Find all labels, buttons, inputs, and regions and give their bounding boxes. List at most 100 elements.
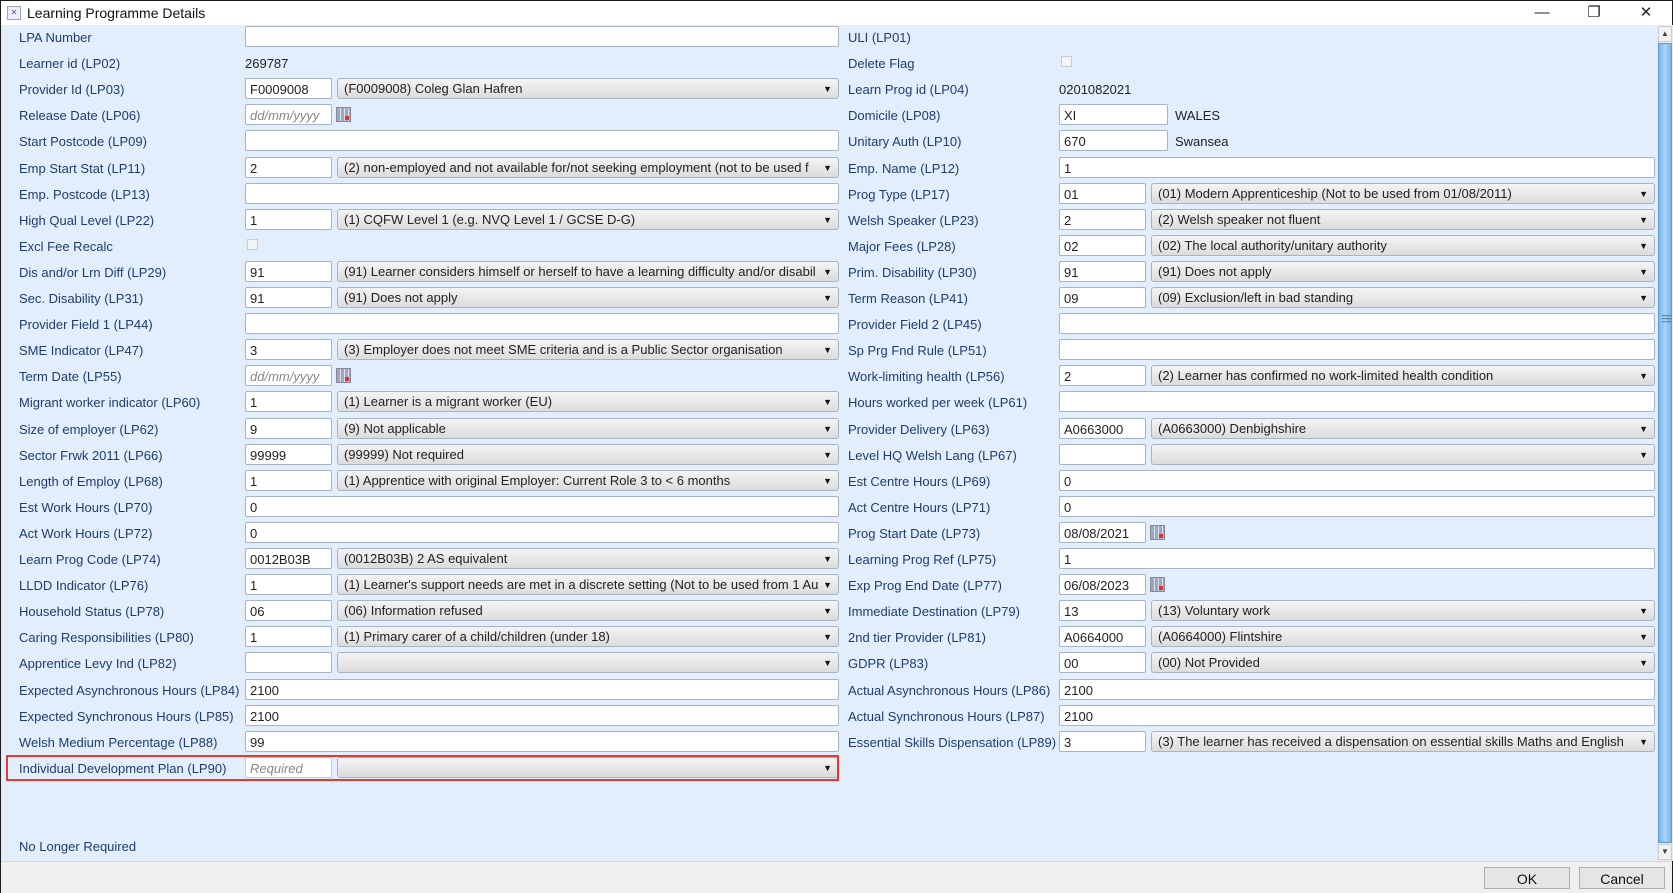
chevron-down-icon: ▼ [1639, 658, 1648, 668]
field-label: Hours worked per week (LP61) [848, 395, 1028, 410]
level-hq-welsh-lang-code-input[interactable] [1059, 444, 1146, 465]
form-row-uli: ULI (LP01) [1, 25, 1657, 51]
prog-start-date-date-input[interactable]: 08/08/2021 [1059, 522, 1146, 543]
welsh-speaker-dropdown[interactable]: (2) Welsh speaker not fluent ▼ [1151, 209, 1655, 230]
calendar-icon[interactable] [1150, 525, 1165, 540]
prog-type-code-input[interactable]: 01 [1059, 183, 1146, 204]
dropdown-selected-value: (A0663000) Denbighshire [1158, 421, 1307, 436]
chevron-down-icon: ▼ [1639, 737, 1648, 747]
field-label: Emp. Name (LP12) [848, 161, 960, 176]
gdpr-code-input[interactable]: 00 [1059, 652, 1146, 673]
form-row-est-centre-hours: Est Centre Hours (LP69) 0 [1, 469, 1657, 495]
2nd-tier-provider-code-input[interactable]: A0664000 [1059, 626, 1146, 647]
field-label: Welsh Speaker (LP23) [848, 213, 979, 228]
field-label: Prim. Disability (LP30) [848, 265, 977, 280]
prim-disability-dropdown[interactable]: (91) Does not apply ▼ [1151, 261, 1655, 282]
gdpr-dropdown[interactable]: (00) Not Provided ▼ [1151, 652, 1655, 673]
unitary-auth-code-input[interactable]: 670 [1059, 130, 1168, 151]
major-fees-code-input[interactable]: 02 [1059, 235, 1146, 256]
field-label: Exp Prog End Date (LP77) [848, 578, 1002, 593]
2nd-tier-provider-dropdown[interactable]: (A0664000) Flintshire ▼ [1151, 626, 1655, 647]
prog-type-dropdown[interactable]: (01) Modern Apprenticeship (Not to be us… [1151, 183, 1655, 204]
field-label: Term Reason (LP41) [848, 291, 968, 306]
field-label: Learning Prog Ref (LP75) [848, 552, 997, 567]
chevron-down-icon: ▼ [1639, 450, 1648, 460]
immediate-destination-dropdown[interactable]: (13) Voluntary work ▼ [1151, 600, 1655, 621]
term-reason-code-input[interactable]: 09 [1059, 287, 1146, 308]
field-label: Est Centre Hours (LP69) [848, 474, 991, 489]
form-row-act-centre-hours: Act Centre Hours (LP71) 0 [1, 495, 1657, 521]
immediate-destination-code-input[interactable]: 13 [1059, 600, 1146, 621]
title-bar: ✕ Learning Programme Details — ❐ ✕ [1, 1, 1672, 25]
field-label: Immediate Destination (LP79) [848, 604, 1020, 619]
dropdown-selected-value: (09) Exclusion/left in bad standing [1158, 290, 1354, 305]
field-label: Essential Skills Dispensation (LP89) [848, 735, 1057, 750]
field-label: GDPR (LP83) [848, 656, 929, 671]
actual-synchronous-hours-input[interactable]: 2100 [1059, 705, 1655, 726]
field-label: Learn Prog id (LP04) [848, 82, 969, 97]
actual-asynchronous-hours-input[interactable]: 2100 [1059, 679, 1655, 700]
provider-field-2-input[interactable] [1059, 313, 1655, 334]
field-label: 2nd tier Provider (LP81) [848, 630, 987, 645]
calendar-icon[interactable] [1150, 577, 1165, 592]
scroll-up-button[interactable]: ▲ [1658, 26, 1672, 42]
exp-prog-end-date-date-input[interactable]: 06/08/2023 [1059, 574, 1146, 595]
form-row-2nd-tier-provider: 2nd tier Provider (LP81) A0664000 (A066400… [1, 625, 1657, 651]
field-label: Actual Asynchronous Hours (LP86) [848, 683, 1051, 698]
provider-delivery-code-input[interactable]: A0663000 [1059, 418, 1146, 439]
essential-skills-dispensation-dropdown[interactable]: (3) The learner has received a dispensat… [1151, 731, 1655, 752]
act-centre-hours-input[interactable]: 0 [1059, 496, 1655, 517]
cancel-button[interactable]: Cancel [1579, 867, 1665, 889]
field-label: Major Fees (LP28) [848, 239, 956, 254]
provider-delivery-dropdown[interactable]: (A0663000) Denbighshire ▼ [1151, 418, 1655, 439]
work-limiting-health-dropdown[interactable]: (2) Learner has confirmed no work-limite… [1151, 365, 1655, 386]
form-row-prog-type: Prog Type (LP17) 01 (01) Modern Apprentice… [1, 182, 1657, 208]
individual-development-plan-dropdown[interactable]: ▼ [337, 757, 839, 778]
dropdown-selected-value: (13) Voluntary work [1158, 603, 1270, 618]
window-title: Learning Programme Details [27, 5, 206, 21]
chevron-down-icon: ▼ [1639, 267, 1648, 277]
maximize-button[interactable]: ❐ [1571, 1, 1617, 25]
emp-name-input[interactable]: 1 [1059, 157, 1655, 178]
form-row-provider-field-2: Provider Field 2 (LP45) [1, 312, 1657, 338]
domicile-code-input[interactable]: XI [1059, 104, 1168, 125]
individual-development-plan-code-input[interactable]: Required [245, 757, 332, 778]
form-row-learn-prog-id: Learn Prog id (LP04) 0201082021 [1, 77, 1657, 103]
hours-worked-per-week-input[interactable] [1059, 391, 1655, 412]
dialog-footer: OK Cancel [1, 861, 1672, 893]
sp-prg-fnd-rule-input[interactable] [1059, 339, 1655, 360]
field-label: Delete Flag [848, 56, 915, 71]
ok-button[interactable]: OK [1484, 867, 1570, 889]
form-row-hours-worked-per-week: Hours worked per week (LP61) [1, 390, 1657, 416]
form-row-gdpr: GDPR (LP83) 00 (00) Not Provided ▼ [1, 651, 1657, 677]
chevron-down-icon: ▼ [1639, 189, 1648, 199]
scrollbar-thumb[interactable]: — — — [1658, 43, 1672, 843]
term-reason-dropdown[interactable]: (09) Exclusion/left in bad standing ▼ [1151, 287, 1655, 308]
form-row-term-reason: Term Reason (LP41) 09 (09) Exclusion/left … [1, 286, 1657, 312]
form-row-prog-start-date: Prog Start Date (LP73) 08/08/2021 [1, 521, 1657, 547]
delete-flag-checkbox[interactable] [1061, 56, 1072, 67]
form-row-emp-name: Emp. Name (LP12) 1 [1, 156, 1657, 182]
vertical-scrollbar[interactable]: ▲ — — — ▼ [1657, 25, 1673, 861]
form-row-actual-synchronous-hours: Actual Synchronous Hours (LP87) 2100 [1, 704, 1657, 730]
est-centre-hours-input[interactable]: 0 [1059, 470, 1655, 491]
field-label: Prog Start Date (LP73) [848, 526, 981, 541]
level-hq-welsh-lang-dropdown[interactable]: ▼ [1151, 444, 1655, 465]
field-label: Sp Prg Fnd Rule (LP51) [848, 343, 987, 358]
scroll-down-button[interactable]: ▼ [1658, 844, 1672, 860]
work-limiting-health-code-input[interactable]: 2 [1059, 365, 1146, 386]
welsh-speaker-code-input[interactable]: 2 [1059, 209, 1146, 230]
minimize-button[interactable]: — [1519, 1, 1565, 25]
major-fees-dropdown[interactable]: (02) The local authority/unitary authori… [1151, 235, 1655, 256]
dropdown-selected-value: (02) The local authority/unitary authori… [1158, 238, 1387, 253]
dropdown-selected-value: (91) Does not apply [1158, 264, 1272, 279]
close-button[interactable]: ✕ [1623, 1, 1669, 25]
field-label: Domicile (LP08) [848, 108, 941, 123]
form-row-unitary-auth: Unitary Auth (LP10) 670 Swansea [1, 129, 1657, 155]
learning-programme-dialog: ✕ Learning Programme Details — ❐ ✕ LPA N… [0, 0, 1673, 893]
learn-prog-id-value: 0201082021 [1059, 82, 1132, 97]
field-label: Individual Development Plan (LP90) [19, 761, 227, 776]
essential-skills-dispensation-code-input[interactable]: 3 [1059, 731, 1146, 752]
prim-disability-code-input[interactable]: 91 [1059, 261, 1146, 282]
learning-prog-ref-input[interactable]: 1 [1059, 548, 1655, 569]
